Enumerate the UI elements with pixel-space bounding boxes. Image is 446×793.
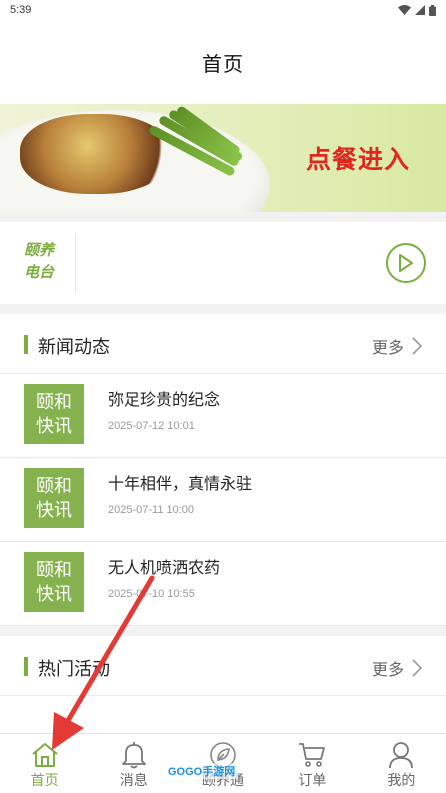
tab-label: 首页 (30, 772, 59, 788)
news-tag-line1: 颐和 (36, 476, 72, 496)
cart-icon (297, 740, 327, 770)
section-gap (0, 626, 446, 636)
status-icons (398, 4, 436, 16)
news-date: 2025-07-12 10:01 (108, 420, 195, 432)
news-item[interactable]: 颐和 快讯 十年相伴，真情永驻 2025-07-11 10:00 (0, 458, 446, 542)
news-tag: 颐和 快讯 (24, 468, 84, 528)
header: 首页 (0, 20, 446, 104)
news-title: 十年相伴，真情永驻 (108, 476, 253, 493)
banner-order-text[interactable]: 点餐进入 (306, 140, 410, 176)
tab-profile[interactable]: 我的 (357, 734, 446, 793)
watermark: GOGO手游网 (165, 763, 239, 779)
radio-label-line1: 颐养 (24, 242, 55, 259)
events-section-header: 热门活动 更多 (0, 636, 446, 696)
news-title: 无人机喷洒农药 (108, 560, 221, 577)
tab-label: 我的 (387, 772, 416, 788)
events-more-label: 更多 (371, 662, 404, 679)
news-tag-line1: 颐和 (36, 560, 72, 580)
news-date: 2025-07-11 10:00 (108, 504, 195, 516)
news-tag-line2: 快讯 (36, 584, 72, 604)
section-accent-bar (24, 657, 28, 676)
battery-icon (429, 4, 436, 16)
news-section-header: 新闻动态 更多 (0, 314, 446, 374)
news-tag: 颐和 快讯 (24, 384, 84, 444)
banner-food-image (20, 114, 170, 194)
chevron-right-icon (412, 337, 422, 355)
radio-label-line2: 电台 (24, 264, 55, 281)
news-section-title: 新闻动态 (38, 337, 110, 357)
news-date: 2025-07-10 10:55 (108, 588, 195, 600)
news-tag-line2: 快讯 (36, 500, 72, 520)
events-section-title: 热门活动 (38, 659, 110, 679)
tab-orders[interactable]: 订单 (268, 734, 357, 793)
chevron-right-icon (412, 659, 422, 677)
divider (75, 234, 76, 292)
radio-section: 颐养 电台 (0, 222, 446, 304)
section-gap (0, 304, 446, 314)
radio-label: 颐养 电台 (24, 240, 64, 284)
signal-icon (415, 5, 425, 15)
status-bar: 5:39 (0, 0, 446, 20)
news-item[interactable]: 颐和 快讯 弥足珍贵的纪念 2025-07-12 10:01 (0, 374, 446, 458)
section-gap (0, 212, 446, 222)
news-tag: 颐和 快讯 (24, 552, 84, 612)
news-title: 弥足珍贵的纪念 (108, 392, 221, 409)
page-title: 首页 (202, 53, 244, 76)
user-icon (386, 740, 416, 770)
wifi-icon (398, 5, 411, 15)
section-accent-bar (24, 335, 28, 354)
news-more-label: 更多 (371, 340, 404, 357)
home-icon (30, 740, 60, 770)
status-time: 5:39 (10, 4, 32, 16)
news-tag-line1: 颐和 (36, 392, 72, 412)
news-item[interactable]: 颐和 快讯 无人机喷洒农药 2025-07-10 10:55 (0, 542, 446, 626)
tab-home[interactable]: 首页 (0, 734, 89, 793)
bell-icon (119, 740, 149, 770)
events-more-link[interactable]: 更多 (372, 656, 422, 680)
news-tag-line2: 快讯 (36, 416, 72, 436)
tab-label: 消息 (119, 772, 148, 788)
play-circle-icon[interactable] (386, 243, 426, 283)
news-more-link[interactable]: 更多 (372, 334, 422, 358)
tab-label: 订单 (298, 772, 327, 788)
order-banner[interactable]: 点餐进入 (0, 104, 446, 212)
